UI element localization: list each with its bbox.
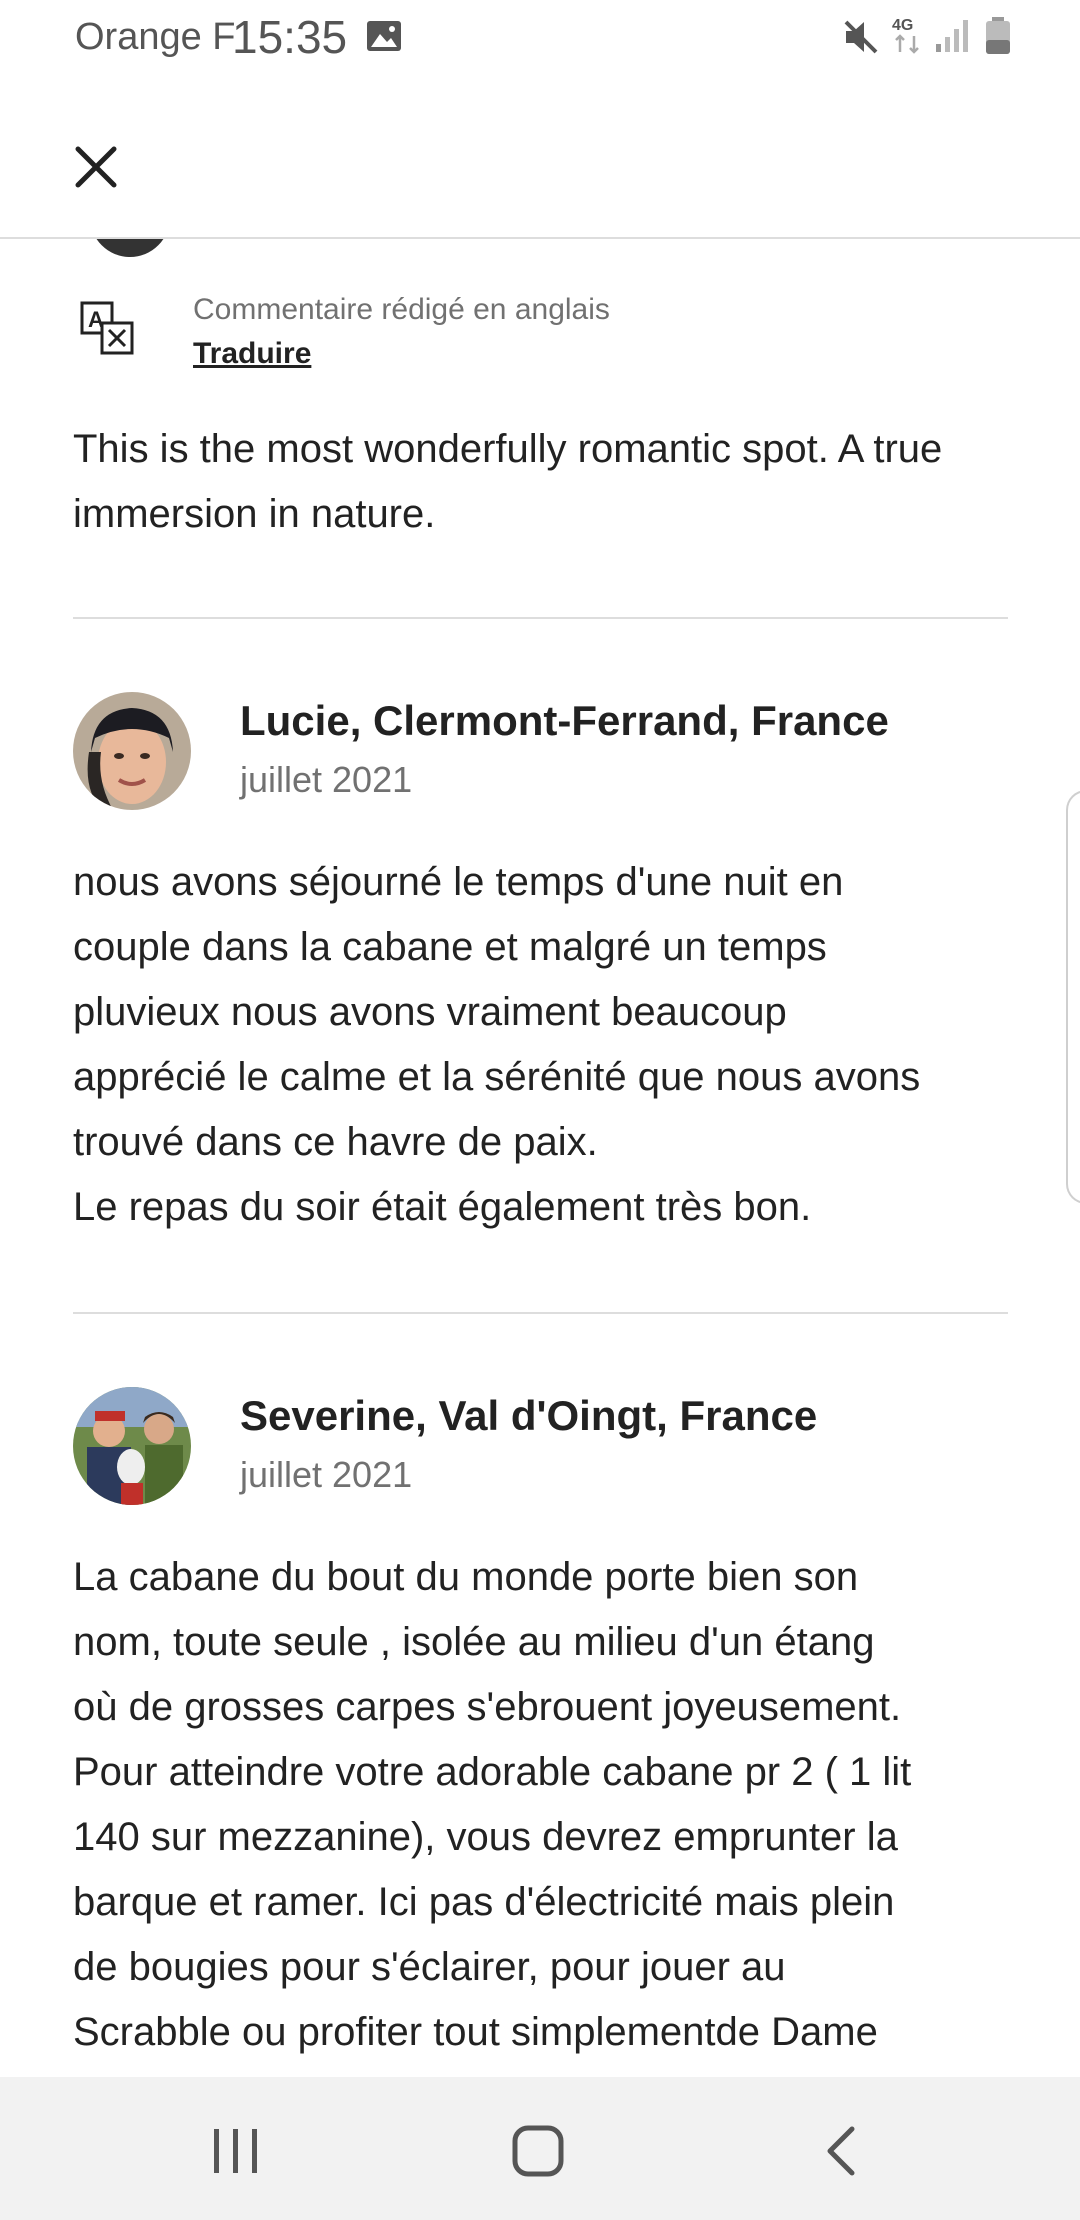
signal-icon (936, 20, 968, 52)
status-time: 15:35 (232, 11, 348, 63)
avatar[interactable] (73, 692, 191, 810)
recents-icon[interactable] (210, 2125, 262, 2177)
carrier-name: Orange F (75, 16, 236, 58)
status-bar: Orange F 15:35 4G (0, 0, 1080, 75)
svg-text:4G: 4G (892, 17, 913, 34)
reviewer-name: Lucie, Clermont-Ferrand, France (240, 697, 889, 744)
battery-icon (986, 17, 1010, 54)
modal-header (0, 75, 1080, 239)
avatar (90, 237, 170, 257)
review-text: nous avons séjourné le temps d'une nuit … (73, 860, 921, 1229)
reviewer-name: Severine, Val d'Oingt, France (240, 1392, 818, 1439)
gallery-icon (367, 21, 401, 51)
review-text: This is the most wonderfully romantic sp… (73, 427, 943, 536)
scroll-handle[interactable] (1066, 790, 1080, 1204)
home-icon[interactable] (510, 2123, 566, 2179)
translate-icon: A (80, 301, 134, 355)
back-icon[interactable] (818, 2123, 864, 2179)
review-date: juillet 2021 (240, 1454, 413, 1495)
review-text: La cabane du bout du monde porte bien so… (73, 1555, 912, 2054)
network-4g-icon: 4G (892, 17, 919, 54)
translate-link[interactable]: Traduire (193, 337, 311, 371)
divider (73, 1312, 1008, 1314)
close-icon[interactable] (56, 127, 136, 207)
reviews-list[interactable]: A Commentaire rédigé en anglais Traduire… (0, 237, 1080, 2077)
avatar[interactable] (73, 1387, 191, 1505)
mute-icon (844, 20, 878, 54)
review-date: juillet 2021 (240, 759, 413, 800)
divider (73, 617, 1008, 619)
translation-note: Commentaire rédigé en anglais (193, 293, 610, 326)
navigation-bar (0, 2077, 1080, 2220)
